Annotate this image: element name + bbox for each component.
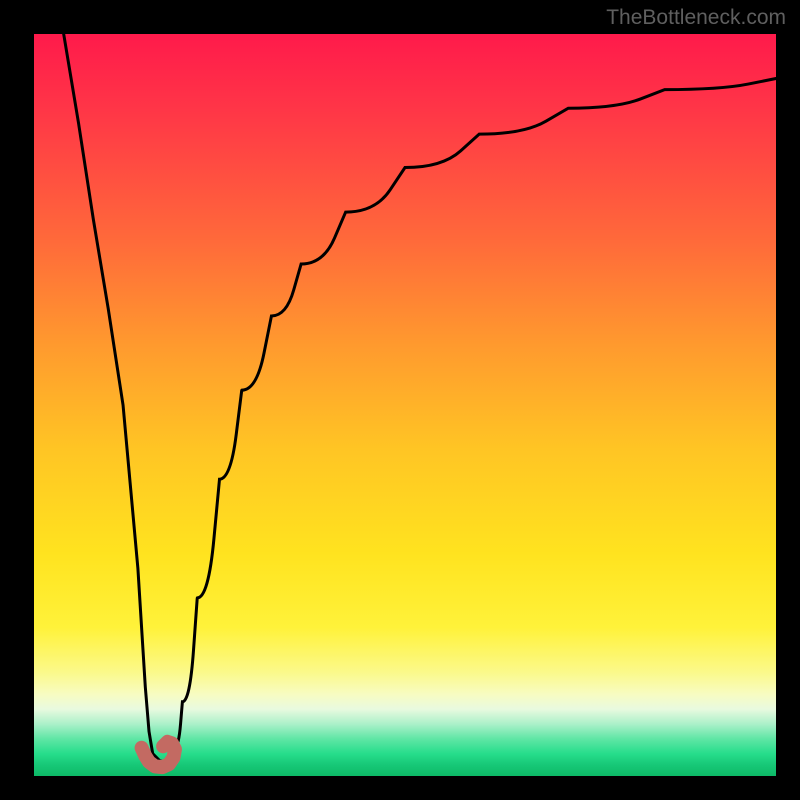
- valley-hook: [142, 742, 175, 767]
- chart-frame: TheBottleneck.com: [0, 0, 800, 800]
- curve-right-arm: [168, 79, 776, 762]
- plot-area: [34, 34, 776, 776]
- curve-left-arm: [64, 34, 168, 761]
- curve-layer: [34, 34, 776, 776]
- watermark-text: TheBottleneck.com: [606, 6, 786, 30]
